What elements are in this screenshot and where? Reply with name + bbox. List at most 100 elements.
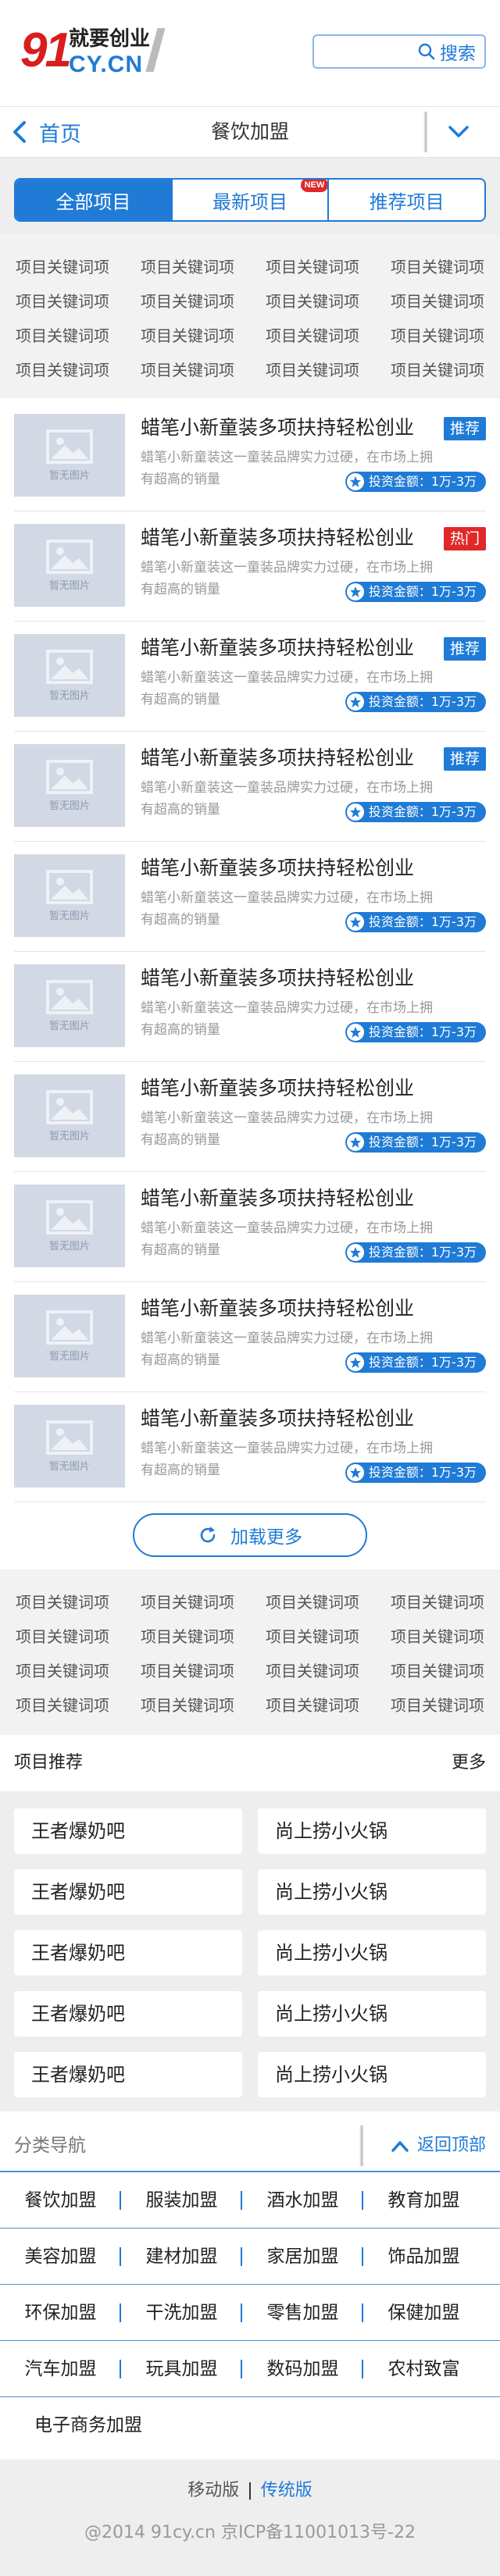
category-link[interactable]: 干洗加盟 — [121, 2285, 242, 2341]
project-item[interactable]: 暂无图片 蜡笔小新童装多项扶持轻松创业 蜡笔小新童装这一童装品牌实力过硬，在市场上拥… — [14, 511, 486, 622]
category-link[interactable]: 酒水加盟 — [242, 2172, 363, 2229]
recommend-item[interactable]: 尚上捞小火锅 — [258, 1991, 486, 2036]
keyword-link[interactable]: 项目关键词项 — [125, 250, 250, 284]
keyword-link[interactable]: 项目关键词项 — [375, 353, 500, 387]
category-link[interactable]: 餐饮加盟 — [0, 2172, 121, 2229]
keyword-link[interactable]: 项目关键词项 — [375, 1619, 500, 1654]
category-link[interactable]: 服装加盟 — [121, 2172, 242, 2229]
star-icon — [346, 1464, 364, 1481]
project-title[interactable]: 蜡笔小新童装多项扶持轻松创业 — [141, 1293, 414, 1324]
project-item[interactable]: 暂无图片 蜡笔小新童装多项扶持轻松创业 蜡笔小新童装这一童装品牌实力过硬，在市场上拥… — [14, 622, 486, 732]
category-link[interactable]: 数码加盟 — [242, 2341, 363, 2397]
recommend-item[interactable]: 王者爆奶吧 — [14, 2052, 242, 2097]
keyword-link[interactable]: 项目关键词项 — [0, 319, 125, 353]
category-link[interactable]: 电子商务加盟 — [0, 2397, 156, 2453]
keyword-link[interactable]: 项目关键词项 — [250, 250, 375, 284]
category-link[interactable]: 玩具加盟 — [121, 2341, 242, 2397]
keyword-link[interactable]: 项目关键词项 — [0, 1585, 125, 1619]
category-link[interactable]: 教育加盟 — [363, 2172, 484, 2229]
keyword-link[interactable]: 项目关键词项 — [0, 250, 125, 284]
project-item[interactable]: 暂无图片 蜡笔小新童装多项扶持轻松创业 蜡笔小新童装这一童装品牌实力过硬，在市场上拥… — [14, 842, 486, 952]
star-icon — [346, 1354, 364, 1371]
keyword-link[interactable]: 项目关键词项 — [125, 1688, 250, 1723]
recommend-item[interactable]: 尚上捞小火锅 — [258, 2052, 486, 2097]
keyword-link[interactable]: 项目关键词项 — [375, 1654, 500, 1688]
keyword-link[interactable]: 项目关键词项 — [0, 1688, 125, 1723]
recommend-item[interactable]: 王者爆奶吧 — [14, 1869, 242, 1915]
investment-amount: 投资金额：1万-3万 — [368, 694, 477, 709]
category-link[interactable]: 零售加盟 — [242, 2285, 363, 2341]
desktop-version-link[interactable]: 传统版 — [261, 2481, 312, 2500]
keyword-link[interactable]: 项目关键词项 — [0, 284, 125, 319]
project-item[interactable]: 暂无图片 蜡笔小新童装多项扶持轻松创业 蜡笔小新童装这一童装品牌实力过硬，在市场上拥… — [14, 732, 486, 842]
category-link[interactable]: 家居加盟 — [242, 2229, 363, 2285]
project-item[interactable]: 暂无图片 蜡笔小新童装多项扶持轻松创业 蜡笔小新童装这一童装品牌实力过硬，在市场上拥… — [14, 1172, 486, 1282]
keyword-link[interactable]: 项目关键词项 — [250, 284, 375, 319]
nav-dropdown-toggle[interactable] — [447, 121, 470, 146]
keyword-link[interactable]: 项目关键词项 — [250, 1654, 375, 1688]
project-item[interactable]: 暂无图片 蜡笔小新童装多项扶持轻松创业 蜡笔小新童装这一童装品牌实力过硬，在市场上拥… — [14, 1282, 486, 1392]
load-more-button[interactable]: 加载更多 — [133, 1513, 367, 1557]
category-link[interactable]: 美容加盟 — [0, 2229, 121, 2285]
project-item[interactable]: 暂无图片 蜡笔小新童装多项扶持轻松创业 蜡笔小新童装这一童装品牌实力过硬，在市场上拥… — [14, 952, 486, 1062]
keyword-link[interactable]: 项目关键词项 — [125, 319, 250, 353]
project-title[interactable]: 蜡笔小新童装多项扶持轻松创业 — [141, 522, 414, 554]
category-link[interactable]: 环保加盟 — [0, 2285, 121, 2341]
keyword-link[interactable]: 项目关键词项 — [375, 284, 500, 319]
keyword-link[interactable]: 项目关键词项 — [250, 1619, 375, 1654]
category-link[interactable]: 保健加盟 — [363, 2285, 484, 2341]
recommend-item[interactable]: 王者爆奶吧 — [14, 1991, 242, 2036]
recommend-item[interactable]: 尚上捞小火锅 — [258, 1869, 486, 1915]
investment-badge: 投资金额：1万-3万 — [345, 1242, 486, 1263]
keyword-link[interactable]: 项目关键词项 — [125, 1619, 250, 1654]
keyword-link[interactable]: 项目关键词项 — [125, 1585, 250, 1619]
project-title[interactable]: 蜡笔小新童装多项扶持轻松创业 — [141, 1403, 414, 1434]
project-title[interactable]: 蜡笔小新童装多项扶持轻松创业 — [141, 1073, 414, 1104]
keyword-link[interactable]: 项目关键词项 — [375, 250, 500, 284]
project-title[interactable]: 蜡笔小新童装多项扶持轻松创业 — [141, 1183, 414, 1214]
thumbnail-label: 暂无图片 — [48, 1020, 90, 1032]
search-button[interactable]: 搜索 — [409, 37, 484, 66]
keyword-link[interactable]: 项目关键词项 — [0, 1654, 125, 1688]
keyword-link[interactable]: 项目关键词项 — [375, 319, 500, 353]
recommend-item[interactable]: 王者爆奶吧 — [14, 1808, 242, 1854]
keyword-link[interactable]: 项目关键词项 — [250, 1688, 375, 1723]
project-item[interactable]: 暂无图片 蜡笔小新童装多项扶持轻松创业 蜡笔小新童装这一童装品牌实力过硬，在市场上拥… — [14, 401, 486, 511]
recommend-item[interactable]: 王者爆奶吧 — [14, 1930, 242, 1976]
keyword-link[interactable]: 项目关键词项 — [0, 1619, 125, 1654]
keyword-link[interactable]: 项目关键词项 — [375, 1585, 500, 1619]
project-title[interactable]: 蜡笔小新童装多项扶持轻松创业 — [141, 743, 414, 774]
keyword-link[interactable]: 项目关键词项 — [250, 353, 375, 387]
keyword-link[interactable]: 项目关键词项 — [125, 1654, 250, 1688]
category-link[interactable]: 建材加盟 — [121, 2229, 242, 2285]
investment-amount: 投资金额：1万-3万 — [368, 804, 477, 819]
category-link[interactable]: 农村致富 — [363, 2341, 484, 2397]
category-link[interactable]: 汽车加盟 — [0, 2341, 121, 2397]
keyword-link[interactable]: 项目关键词项 — [375, 1688, 500, 1723]
site-logo[interactable]: 91 就要创业 CY.CN — [20, 22, 166, 80]
keyword-link[interactable]: 项目关键词项 — [125, 353, 250, 387]
tab-new-projects[interactable]: 最新项目 NEW — [170, 180, 329, 220]
tab-recommended-projects[interactable]: 推荐项目 — [327, 180, 484, 220]
project-title[interactable]: 蜡笔小新童装多项扶持轻松创业 — [141, 963, 414, 994]
keyword-link[interactable]: 项目关键词项 — [0, 353, 125, 387]
tab-all-projects[interactable]: 全部项目 — [16, 180, 171, 220]
keyword-link[interactable]: 项目关键词项 — [250, 1585, 375, 1619]
project-item[interactable]: 暂无图片 蜡笔小新童装多项扶持轻松创业 蜡笔小新童装这一童装品牌实力过硬，在市场上拥… — [14, 1062, 486, 1172]
keyword-link[interactable]: 项目关键词项 — [125, 284, 250, 319]
project-title[interactable]: 蜡笔小新童装多项扶持轻松创业 — [141, 412, 414, 444]
search-input[interactable] — [317, 39, 405, 64]
category-link[interactable]: 饰品加盟 — [363, 2229, 484, 2285]
recommend-item[interactable]: 尚上捞小火锅 — [258, 1808, 486, 1854]
keyword-row: 项目关键词项 项目关键词项 项目关键词项 项目关键词项 — [0, 353, 500, 387]
project-item[interactable]: 暂无图片 蜡笔小新童装多项扶持轻松创业 蜡笔小新童装这一童装品牌实力过硬，在市场上拥… — [14, 1392, 486, 1502]
investment-badge: 投资金额：1万-3万 — [345, 802, 486, 822]
project-thumbnail: 暂无图片 — [14, 634, 125, 717]
keyword-link[interactable]: 项目关键词项 — [250, 319, 375, 353]
project-title[interactable]: 蜡笔小新童装多项扶持轻松创业 — [141, 632, 414, 664]
project-title[interactable]: 蜡笔小新童装多项扶持轻松创业 — [141, 853, 414, 884]
back-to-top-button[interactable]: 返回顶部 — [391, 2119, 486, 2172]
mobile-version-link[interactable]: 移动版 — [188, 2481, 239, 2500]
recommend-item[interactable]: 尚上捞小火锅 — [258, 1930, 486, 1976]
recommend-more-link[interactable]: 更多 — [452, 1735, 486, 1791]
